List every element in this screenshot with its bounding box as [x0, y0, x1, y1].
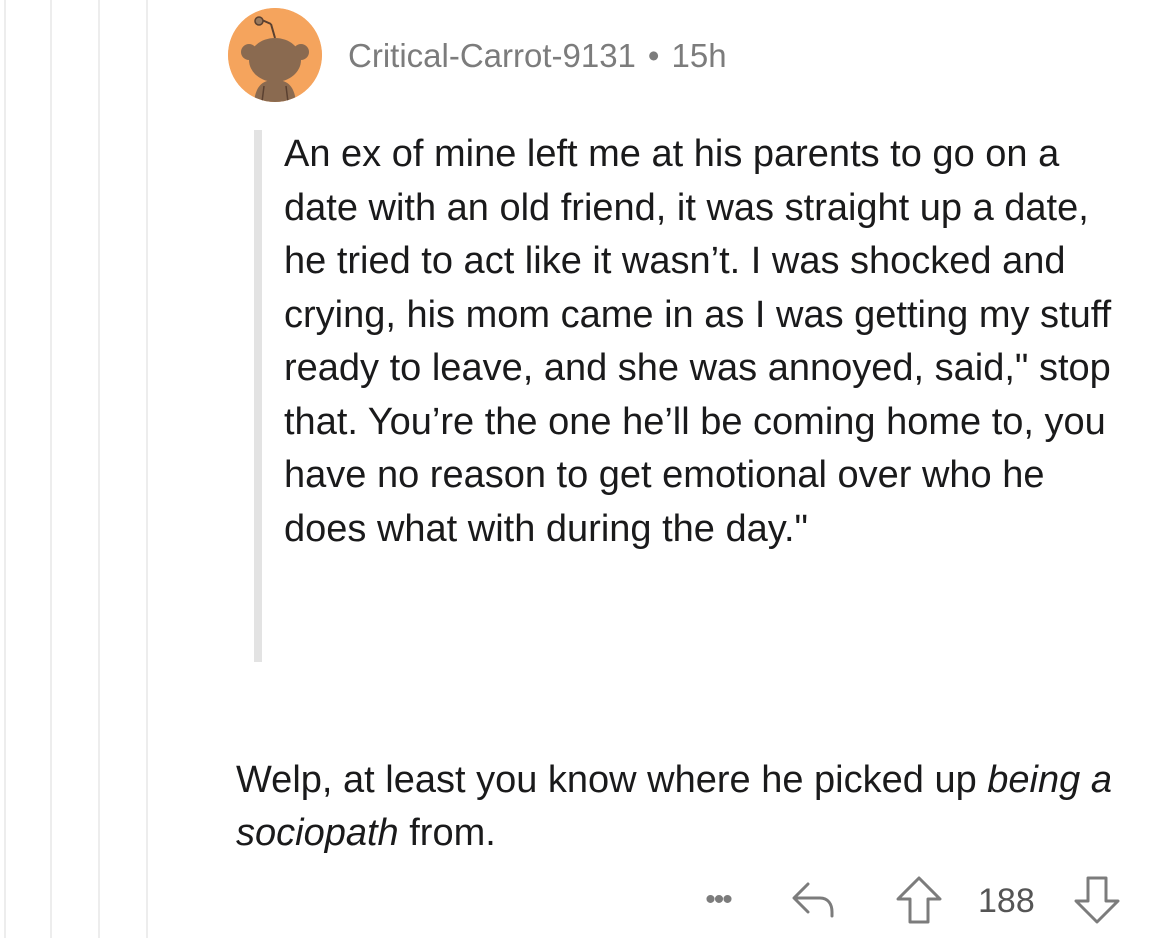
reply-arrow-icon[interactable] [788, 876, 840, 924]
comment-meta: Critical-Carrot-9131 • 15h [348, 36, 727, 76]
comment-age: 15h [671, 37, 727, 74]
vote-score: 188 [978, 882, 1035, 920]
thread-line-2 [50, 0, 52, 938]
quoted-text: An ex of mine left me at his parents to … [284, 133, 1112, 550]
comment-body-text: Welp, at least you know where he picked … [236, 759, 988, 801]
more-options-icon[interactable]: ••• [690, 880, 746, 920]
downvote-arrow-icon[interactable] [1072, 874, 1122, 926]
upvote-arrow-icon[interactable] [894, 874, 944, 926]
meta-separator: • [647, 37, 660, 74]
quote-bar [254, 130, 262, 662]
thread-line-3 [98, 0, 100, 938]
thread-line-4 [146, 0, 148, 938]
author-name[interactable]: Critical-Carrot-9131 [348, 37, 636, 74]
comment-body-text-end: from. [398, 812, 496, 854]
thread-line-1 [4, 0, 6, 938]
comment-body: Welp, at least you know where he picked … [236, 754, 1136, 860]
avatar[interactable] [228, 8, 322, 102]
snoo-avatar-icon [228, 8, 322, 102]
